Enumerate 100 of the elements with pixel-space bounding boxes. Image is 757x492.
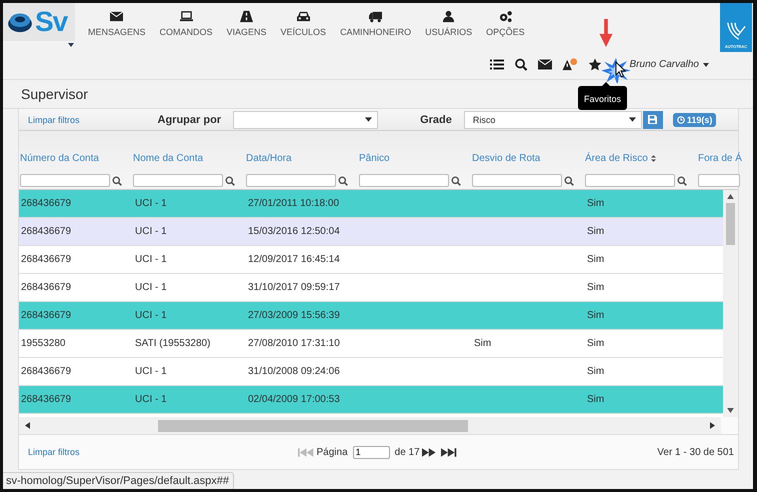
star-icon[interactable] <box>588 58 602 71</box>
table-cell-text: Sim <box>586 310 606 321</box>
table-cell-text: Sim <box>586 394 606 405</box>
search-icon[interactable] <box>677 176 687 186</box>
scroll-thumb[interactable] <box>726 203 735 245</box>
scroll-up-icon[interactable] <box>727 194 734 199</box>
caret-icon <box>628 117 636 122</box>
last-page-icon[interactable] <box>440 448 458 456</box>
user-menu[interactable]: Bruno Carvalho <box>630 59 709 70</box>
page-total: de 17 <box>394 446 420 458</box>
save-icon <box>648 115 658 124</box>
nav-item[interactable]: COMANDOS <box>152 3 220 50</box>
gears-icon <box>498 10 513 23</box>
user-icon <box>441 10 456 23</box>
road-icon <box>239 10 254 23</box>
search-icon[interactable] <box>514 58 528 71</box>
scroll-thumb[interactable] <box>158 420 468 432</box>
nav-item[interactable]: USUÁRIOS <box>418 3 480 50</box>
search-icon[interactable] <box>451 176 461 186</box>
cursor-icon <box>615 61 626 78</box>
table-cell-text: Sim <box>586 366 606 377</box>
clear-filters-link[interactable]: Limpar filtros <box>19 114 80 124</box>
scroll-down-icon[interactable] <box>727 408 734 413</box>
search-icon[interactable] <box>225 176 235 186</box>
column-header[interactable]: Fora de Á <box>698 153 742 164</box>
filter-input[interactable] <box>698 174 740 187</box>
column-header[interactable]: Nome da Conta <box>133 153 204 164</box>
vertical-scrollbar[interactable] <box>723 190 738 417</box>
column-header[interactable]: Área de Risco <box>585 153 656 164</box>
grid-label: Grade <box>420 114 452 126</box>
table-cell-text: UCI - 1 <box>134 198 168 209</box>
refresh-timer-badge[interactable]: 119(s) <box>672 112 716 126</box>
table-cell-text: UCI - 1 <box>134 282 168 293</box>
table-cell-text: UCI - 1 <box>134 254 168 265</box>
table-row[interactable]: 268436679 UCI - 1 02/04/2009 17:00:53 Sim <box>19 386 723 414</box>
column-header[interactable]: Data/Hora <box>246 153 292 164</box>
table-cell-text: 15/03/2016 12:50:04 <box>247 226 341 237</box>
caret-icon <box>703 62 709 66</box>
status-url: sv-homolog/SuperVisor/Pages/default.aspx## <box>3 472 234 489</box>
table-cell-text: 31/10/2008 09:24:06 <box>247 366 341 377</box>
column-header[interactable]: Pânico <box>359 153 390 164</box>
table-cell-text: 31/10/2017 09:59:17 <box>247 282 341 293</box>
table-row[interactable]: 268436679 UCI - 1 27/01/2011 10:18:00 Sim <box>19 190 723 218</box>
table-cell-text: 268436679 <box>20 366 72 377</box>
clock-icon <box>676 116 685 124</box>
list-icon[interactable] <box>490 58 504 71</box>
search-icon[interactable] <box>112 176 122 186</box>
table-cell-text: 27/08/2010 17:31:10 <box>247 338 341 349</box>
records-summary: Ver 1 - 30 de 501 <box>657 446 735 458</box>
nav-item[interactable]: VIAGENS <box>220 3 274 50</box>
page-title: Supervisor <box>21 86 88 102</box>
nav-item[interactable]: CAMINHONEIRO <box>333 3 418 50</box>
nav-item[interactable]: VEÍCULOS <box>274 3 334 50</box>
nav-item[interactable]: MENSAGENS <box>81 3 153 50</box>
laptop-icon <box>178 10 194 23</box>
table-cell-text: 268436679 <box>20 198 72 209</box>
table-cell: Sim <box>474 338 492 349</box>
table-cell-text: 27/01/2011 10:18:00 <box>247 198 340 209</box>
horizontal-scrollbar[interactable] <box>19 417 721 434</box>
table-cell-text: UCI - 1 <box>134 226 168 237</box>
page-input[interactable]: 1 <box>352 446 390 458</box>
clear-filters-link[interactable]: Limpar filtros <box>19 447 80 457</box>
filter-input[interactable] <box>359 174 449 187</box>
scroll-right-icon[interactable] <box>710 422 715 429</box>
table-cell-text: 12/09/2017 16:45:14 <box>247 254 341 265</box>
table-row[interactable]: 268436679 UCI - 1 15/03/2016 12:50:04 Sim <box>19 218 723 246</box>
filter-input[interactable] <box>246 174 336 187</box>
table-cell-text: 19553280 <box>20 338 66 349</box>
save-button[interactable] <box>642 110 663 128</box>
truck-icon <box>368 10 384 23</box>
table-cell-text: UCI - 1 <box>134 366 168 377</box>
envelope-icon <box>109 10 124 23</box>
table-cell-text: Sim <box>586 338 606 349</box>
nav-item[interactable]: OPÇÕES <box>479 3 532 50</box>
table-cell-text: Sim <box>586 254 606 265</box>
grid-select[interactable]: Risco <box>464 110 642 128</box>
table-cell-text: 268436679 <box>20 282 72 293</box>
disk-icon <box>7 11 33 33</box>
swoosh-icon <box>725 21 747 41</box>
filter-input[interactable] <box>472 174 562 187</box>
search-icon[interactable] <box>338 176 348 186</box>
table-cell-text: 268436679 <box>20 394 72 405</box>
filter-input[interactable] <box>20 174 110 187</box>
table-cell-text: 02/04/2009 17:00:53 <box>247 394 341 405</box>
filter-input[interactable] <box>585 174 675 187</box>
search-icon[interactable] <box>564 176 574 186</box>
table-cell-text: 268436679 <box>20 310 72 321</box>
column-header[interactable]: Número da Conta <box>20 153 99 164</box>
table-cell-text: 268436679 <box>20 254 72 265</box>
table-row[interactable]: 268436679 UCI - 1 27/03/2009 15:56:39 Sim <box>19 302 723 330</box>
scroll-left-icon[interactable] <box>25 422 30 429</box>
envelope-icon[interactable] <box>538 58 552 71</box>
table-cell-text: Sim <box>586 198 606 209</box>
table-cell-text: 27/03/2009 15:56:39 <box>247 310 341 321</box>
table-cell-text: SATI (19553280) <box>134 338 212 349</box>
table-cell-text: UCI - 1 <box>134 310 168 321</box>
caret-icon <box>365 117 372 122</box>
column-header[interactable]: Desvio de Rota <box>472 153 540 164</box>
alert-icon[interactable] <box>562 58 578 71</box>
filter-input[interactable] <box>133 174 223 187</box>
